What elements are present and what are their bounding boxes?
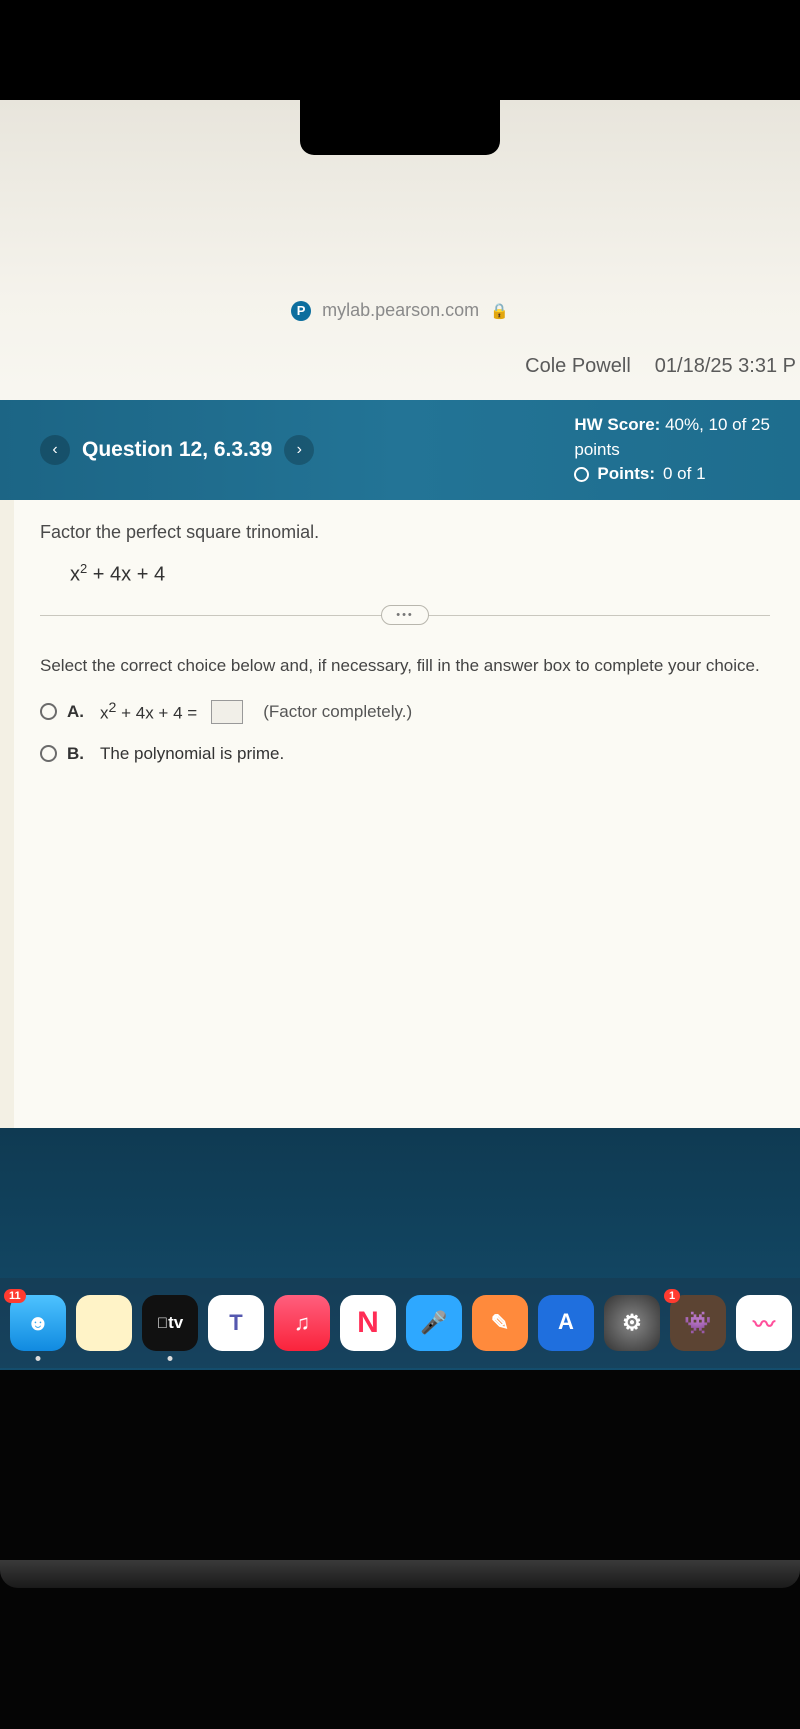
choice-a-row: A. x2 + 4x + 4 = (Factor completely.) [40,700,770,724]
hw-score-unit: points [574,438,770,463]
keynote-icon[interactable]: 🎤 [406,1295,462,1351]
finder-face-icon: ☻ [26,1310,49,1336]
choice-a-radio[interactable] [40,703,57,720]
answer-instruction: Select the correct choice below and, if … [40,656,770,676]
question-prompt: Factor the perfect square trinomial. [40,522,770,543]
lock-icon: 🔒 [490,303,509,320]
laptop-edge [0,1560,800,1588]
choice-a-label: A. [67,702,84,722]
question-number-label: Question 12, 6.3.39 [82,438,272,462]
browser-url-bar[interactable]: P mylab.pearson.com 🔒 [0,300,800,321]
choice-b-label: B. [67,744,84,764]
choice-a-note: (Factor completely.) [263,702,412,722]
user-info-row: Cole Powell 01/18/25 3:31 P [525,355,800,378]
choice-a-expression: x2 + 4x + 4 = [100,700,197,724]
hw-score-label: HW Score: [574,415,660,434]
settings-icon[interactable]: ⚙ [604,1295,660,1351]
pages-icon[interactable]: ✎ [472,1295,528,1351]
game-icon[interactable]: 1👾 [670,1295,726,1351]
apple-tv-icon[interactable]: tv [142,1295,198,1351]
expr-var: x [70,564,80,586]
choice-b-row: B. The polynomial is prime. [40,744,770,764]
section-divider: ••• [40,615,770,616]
answer-choices: A. x2 + 4x + 4 = (Factor completely.) B.… [40,700,770,764]
url-text: mylab.pearson.com [322,300,479,320]
freeform-icon[interactable]: 〰 [736,1295,792,1351]
question-nav: ‹ Question 12, 6.3.39 › [40,435,314,465]
camera-notch [300,95,500,155]
choice-b-text: The polynomial is prime. [100,744,284,764]
music-icon[interactable]: ♫ [274,1295,330,1351]
folder-icon[interactable] [76,1295,132,1351]
expand-pill-button[interactable]: ••• [381,605,429,625]
choice-b-radio[interactable] [40,745,57,762]
choice-a-rest: + 4x + 4 = [116,703,197,722]
finder-icon[interactable]: 11 ☻ [10,1295,66,1351]
running-indicator [36,1356,41,1361]
user-name: Cole Powell [525,355,631,378]
next-question-button[interactable]: › [284,435,314,465]
question-banner: ‹ Question 12, 6.3.39 › HW Score: 40%, 1… [0,400,800,500]
finder-badge: 11 [4,1289,26,1303]
game-badge: 1 [664,1289,680,1303]
points-value: 0 of 1 [663,462,706,487]
question-expression: x2 + 4x + 4 [70,561,770,587]
choice-a-var: x [100,703,109,722]
points-status-icon [574,467,589,482]
expr-rest: + 4x + 4 [87,564,165,586]
points-label: Points: [597,462,655,487]
page-timestamp: 01/18/25 3:31 P [655,355,796,378]
pearson-icon: P [291,301,311,321]
tv-label: tv [168,1313,183,1333]
below-screen [0,1370,800,1729]
news-icon[interactable]: N [340,1295,396,1351]
macos-dock: 11 ☻ tv T ♫ N 🎤 ✎ A ⚙ 1👾 〰 ◧ 🐻 [0,1278,800,1368]
score-block: HW Score: 40%, 10 of 25 points Points: 0… [574,413,770,487]
prev-question-button[interactable]: ‹ [40,435,70,465]
hw-score-value: 40%, 10 of 25 [665,415,770,434]
answer-input-box[interactable] [211,700,243,724]
app-store-icon[interactable]: A [538,1295,594,1351]
running-indicator [168,1356,173,1361]
teams-icon[interactable]: T [208,1295,264,1351]
